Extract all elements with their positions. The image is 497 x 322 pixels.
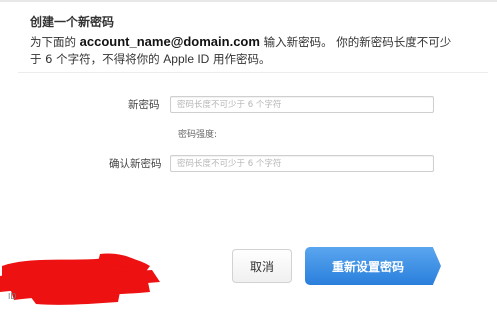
- instructions-text: 为下面的 account_name@domain.com 输入新密码。 你的新密…: [30, 33, 490, 68]
- redaction-scribble: [0, 253, 160, 305]
- instructions-line-1: 为下面的 account_name@domain.com 输入新密码。 你的新密…: [30, 33, 490, 51]
- new-password-field[interactable]: [170, 96, 434, 113]
- instructions-line-2: 于 6 个字符，不得将你的 Apple ID 用作密码。: [30, 51, 490, 68]
- confirm-password-field[interactable]: [170, 155, 434, 172]
- instructions-line2-start: 于 6 个字符，不得将你的: [30, 52, 160, 66]
- cancel-button[interactable]: 取消: [232, 249, 292, 283]
- top-edge-shadow: [0, 0, 497, 2]
- dialog-title: 创建一个新密码: [30, 15, 115, 29]
- new-password-label: 新密码: [128, 99, 160, 111]
- instructions-suffix: 输入新密码。 你的新密码长度不可少: [263, 35, 452, 49]
- obscured-text: ID: [8, 292, 17, 301]
- confirm-password-label: 确认新密码: [109, 158, 162, 170]
- instructions-prefix: 为下面的: [30, 35, 76, 49]
- reset-password-button[interactable]: 重新设置密码: [305, 247, 441, 285]
- apple-id-text: Apple ID: [163, 52, 210, 66]
- instructions-line2-end: 用作密码。: [212, 52, 271, 66]
- account-email: account_name@domain.com: [79, 34, 260, 49]
- section-divider: [18, 72, 488, 73]
- password-strength-label: 密码强度:: [178, 130, 218, 140]
